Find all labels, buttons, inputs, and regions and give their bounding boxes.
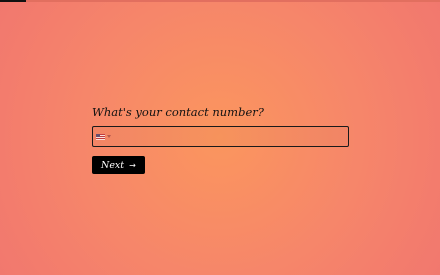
question-block: What's your contact number? Next → — [92, 104, 349, 174]
form-page: { "progress": { "fraction": 0.06 }, "que… — [0, 0, 440, 275]
us-flag-icon — [96, 133, 105, 140]
arrow-right-icon: → — [129, 160, 136, 170]
question-label: What's your contact number? — [92, 105, 264, 119]
chevron-down-icon — [107, 135, 111, 138]
progress-bar — [0, 0, 440, 2]
phone-number-field[interactable] — [92, 126, 349, 147]
progress-bar-fill — [0, 0, 27, 2]
next-button-label: Next — [101, 159, 125, 171]
next-button[interactable]: Next → — [92, 156, 145, 174]
country-code-selector[interactable] — [93, 127, 113, 146]
phone-number-input[interactable] — [113, 127, 348, 146]
